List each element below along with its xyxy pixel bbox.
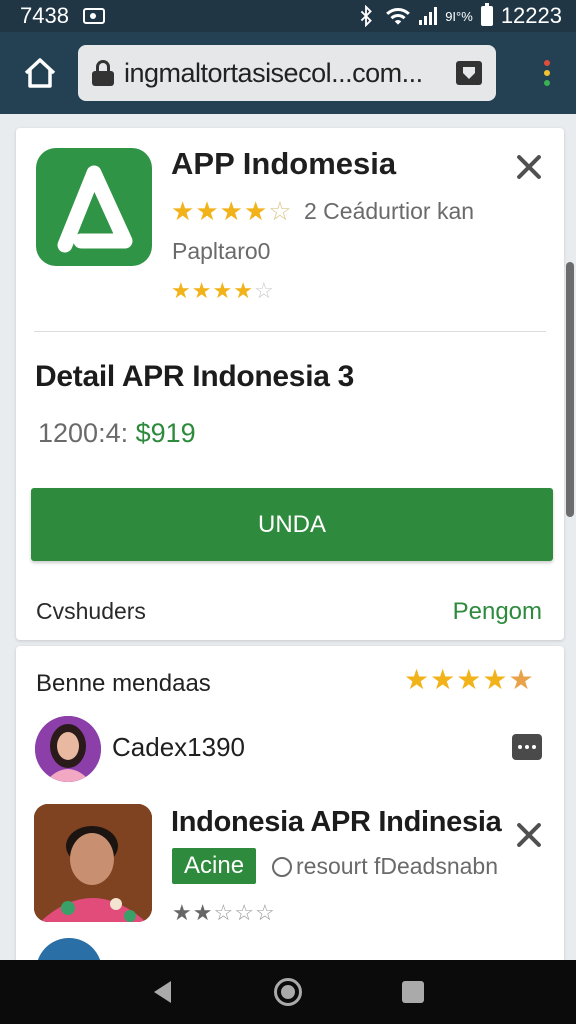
price-row: 1200:4: $919 — [38, 418, 196, 449]
divider — [34, 331, 546, 332]
star-full-icon: ★ — [172, 900, 192, 925]
browser-toolbar: ingmaltortasisecol...com... — [0, 32, 576, 114]
wifi-icon — [386, 8, 411, 25]
more-options-button[interactable] — [512, 734, 542, 760]
page-scrollbar[interactable] — [566, 262, 574, 517]
detail-title: Detail APR Indonesia 3 — [35, 360, 355, 393]
app-logo-icon — [36, 148, 152, 266]
star-full-icon: ★ — [219, 196, 243, 226]
section-rating-stars: ★ ★ ★ ★ ★ — [404, 666, 534, 694]
star-full-icon: ★ — [212, 278, 233, 303]
list-item[interactable]: ... — [36, 938, 546, 960]
footer-label: Cvshuders — [36, 598, 146, 624]
home-button[interactable] — [20, 53, 60, 93]
address-bar[interactable]: ingmaltortasisecol...com... — [78, 45, 496, 101]
recents-button[interactable] — [393, 972, 433, 1012]
status-right-time: 12223 — [500, 3, 562, 28]
star-half-icon: ★ — [508, 664, 534, 695]
app-detail-card: APP Indomesia ★ ★ ★ ★ ☆ 2 Ceádurtior kan… — [16, 128, 564, 640]
price-label: 1200:4: — [38, 418, 129, 448]
home-icon — [24, 58, 56, 88]
image-notification-icon — [82, 8, 105, 24]
home-nav-button[interactable] — [268, 972, 308, 1012]
system-nav-bar — [0, 960, 576, 1024]
secondary-rating-stars: ★ ★ ★ ★ ☆ — [171, 280, 274, 302]
star-full-icon: ★ — [171, 278, 191, 303]
rating-stars: ★ ★ ★ ★ ☆ — [171, 198, 292, 224]
star-full-icon: ★ — [430, 664, 456, 695]
battery-icon — [480, 3, 493, 26]
star-empty-icon: ☆ — [253, 278, 274, 303]
star-empty-icon: ☆ — [213, 900, 234, 925]
list-item-avatar — [36, 938, 102, 960]
back-button[interactable] — [143, 972, 183, 1012]
lock-icon — [92, 60, 114, 86]
shield-icon[interactable] — [456, 61, 482, 85]
back-icon — [154, 981, 172, 1003]
list-item-text: ... — [112, 952, 130, 960]
user-avatar[interactable] — [35, 716, 101, 782]
price-value: $919 — [135, 418, 196, 448]
reviews-card: Benne mendaas ★ ★ ★ ★ ★ Cadex1390 Indone… — [16, 646, 564, 960]
item-avatar[interactable] — [34, 804, 152, 922]
resource-text: resourt fDeadsnabn — [296, 853, 499, 879]
signal-icon — [419, 7, 438, 25]
url-text[interactable]: ingmaltortasisecol...com... — [124, 58, 446, 89]
item-title: Indonesia APR Indinesia — [171, 806, 502, 838]
star-empty-icon: ☆ — [234, 900, 254, 925]
star-empty-icon: ☆ — [254, 900, 275, 925]
info-circle-icon — [272, 856, 292, 877]
resource-info: resourt fDeadsnabn — [272, 853, 498, 880]
item-rating-stars: ★ ★ ☆ ☆ ☆ — [172, 902, 275, 924]
page-content: APP Indomesia ★ ★ ★ ★ ☆ 2 Ceádurtior kan… — [0, 114, 576, 960]
star-full-icon: ★ — [482, 664, 508, 695]
star-full-icon: ★ — [233, 278, 253, 303]
bluetooth-icon — [360, 5, 373, 27]
star-full-icon: ★ — [171, 196, 195, 226]
app-title: APP Indomesia — [171, 146, 397, 181]
status-badge: Acine — [172, 848, 257, 884]
section-title: Benne mendaas — [36, 670, 211, 697]
star-full-icon: ★ — [192, 900, 213, 925]
star-full-icon: ★ — [195, 196, 219, 226]
star-full-icon: ★ — [191, 278, 212, 303]
rating-text: 2 Ceádurtior kan — [304, 198, 475, 224]
footer-link[interactable]: Pengom — [453, 598, 542, 626]
star-full-icon: ★ — [404, 664, 430, 695]
close-icon[interactable] — [514, 152, 544, 182]
browser-menu-button[interactable] — [538, 60, 556, 86]
home-circle-icon — [273, 978, 302, 1006]
dismiss-icon[interactable] — [514, 820, 544, 850]
star-empty-icon: ☆ — [268, 196, 292, 226]
status-bar: 7438 9I°% 12223 — [0, 0, 576, 32]
publisher-name: Papltaro0 — [172, 238, 271, 264]
star-full-icon: ★ — [456, 664, 482, 695]
star-full-icon: ★ — [243, 196, 268, 226]
status-time: 7438 — [20, 3, 69, 28]
install-button[interactable]: UNDA — [31, 488, 553, 561]
recents-icon — [402, 981, 425, 1003]
user-name[interactable]: Cadex1390 — [112, 732, 245, 763]
status-carrier: 9I°% — [445, 8, 473, 24]
